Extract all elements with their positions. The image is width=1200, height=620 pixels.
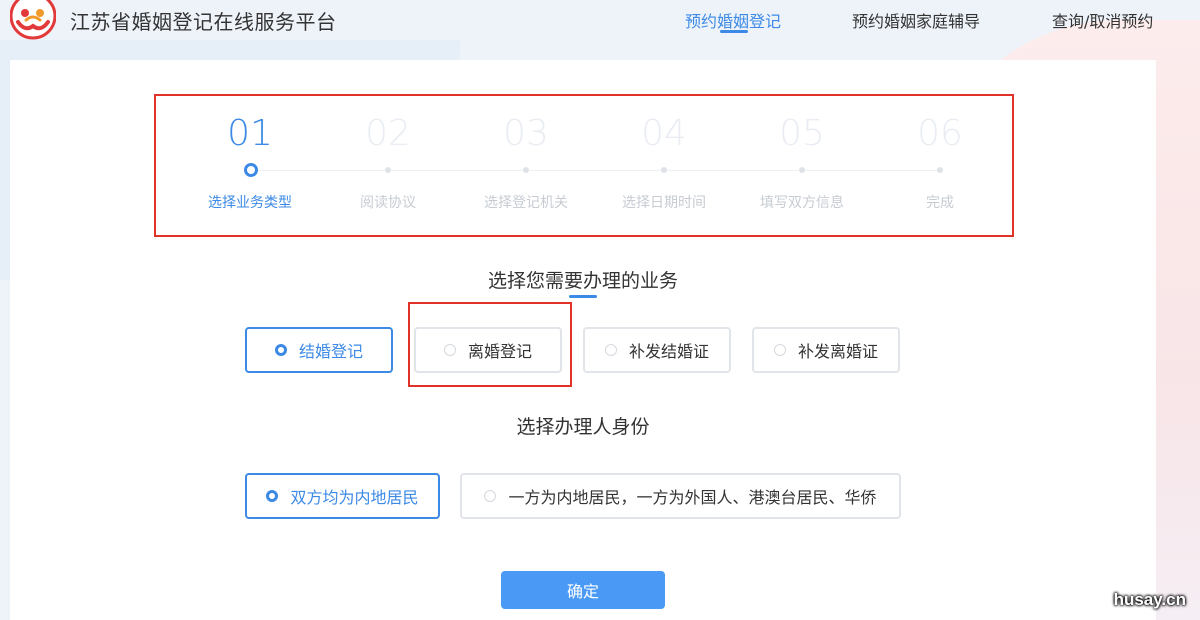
step-number: 05: [779, 113, 825, 154]
step-5-dot: [799, 167, 805, 173]
option-both-mainland[interactable]: 双方均为内地居民: [245, 473, 440, 519]
business-title-underline: [569, 295, 597, 298]
step-6: 06 完成: [870, 112, 1010, 211]
identity-section-title: 选择办理人身份: [516, 416, 650, 438]
step-4: 04 选择日期时间: [594, 112, 734, 211]
step-number: 06: [917, 113, 963, 154]
nav-active-underline: [720, 30, 748, 33]
step-label: 选择业务类型: [208, 195, 292, 211]
watermark: husay.cn: [1113, 590, 1186, 609]
step-3-dot: [523, 167, 529, 173]
radio-icon: [443, 344, 456, 356]
step-2-dot: [385, 167, 391, 173]
confirm-button[interactable]: 确定: [501, 571, 665, 609]
option-reissue-marriage-certificate[interactable]: 补发结婚证: [583, 327, 731, 373]
step-2: 02 阅读协议: [318, 112, 458, 211]
option-label: 补发结婚证: [628, 342, 709, 361]
option-label: 补发离婚证: [797, 342, 878, 361]
radio-icon: [773, 344, 786, 356]
step-number: 02: [365, 113, 411, 154]
nav-item-query-cancel[interactable]: 查询/取消预约: [1052, 8, 1153, 32]
radio-icon: [266, 490, 279, 502]
step-label: 选择登记机关: [484, 195, 568, 211]
site-title: 江苏省婚姻登记在线服务平台: [70, 10, 337, 34]
step-5: 05 填写双方信息: [732, 112, 872, 211]
step-1-dot: [244, 163, 258, 177]
step-label: 选择日期时间: [622, 195, 706, 211]
step-6-dot: [937, 167, 943, 173]
option-label: 一方为内地居民，一方为外国人、港澳台居民、华侨: [508, 488, 877, 507]
option-one-mainland-one-foreign[interactable]: 一方为内地居民，一方为外国人、港澳台居民、华侨: [460, 473, 901, 519]
step-label: 完成: [926, 195, 954, 211]
step-label: 阅读协议: [360, 195, 416, 211]
business-section-title: 选择您需要办理的业务: [487, 270, 678, 292]
step-4-dot: [661, 167, 667, 173]
step-label: 填写双方信息: [760, 195, 844, 211]
step-number: 03: [503, 113, 549, 154]
option-divorce-registration[interactable]: 离婚登记: [414, 327, 562, 373]
logo-icon: [9, 0, 57, 40]
radio-icon: [484, 490, 497, 502]
step-number: 04: [641, 113, 687, 154]
step-number: 01: [227, 113, 273, 154]
nav-item-appointment-registration[interactable]: 预约婚姻登记: [685, 8, 781, 32]
header: 江苏省婚姻登记在线服务平台 预约婚姻登记 预约婚姻家庭辅导 查询/取消预约: [0, 0, 1200, 40]
radio-icon: [274, 344, 287, 356]
option-marriage-registration[interactable]: 结婚登记: [245, 327, 393, 373]
main-card: 01 选择业务类型 02 阅读协议 03 选择登记机关 04 选择日期时间 05…: [10, 60, 1156, 620]
option-reissue-divorce-certificate[interactable]: 补发离婚证: [752, 327, 900, 373]
nav-item-family-counseling[interactable]: 预约婚姻家庭辅导: [852, 8, 980, 32]
step-3: 03 选择登记机关: [456, 112, 596, 211]
step-1: 01 选择业务类型: [180, 112, 320, 211]
step-connector-line: [250, 170, 940, 171]
option-label: 双方均为内地居民: [290, 488, 419, 507]
option-label: 离婚登记: [467, 342, 532, 361]
radio-icon: [604, 344, 617, 356]
option-label: 结婚登记: [298, 342, 363, 361]
